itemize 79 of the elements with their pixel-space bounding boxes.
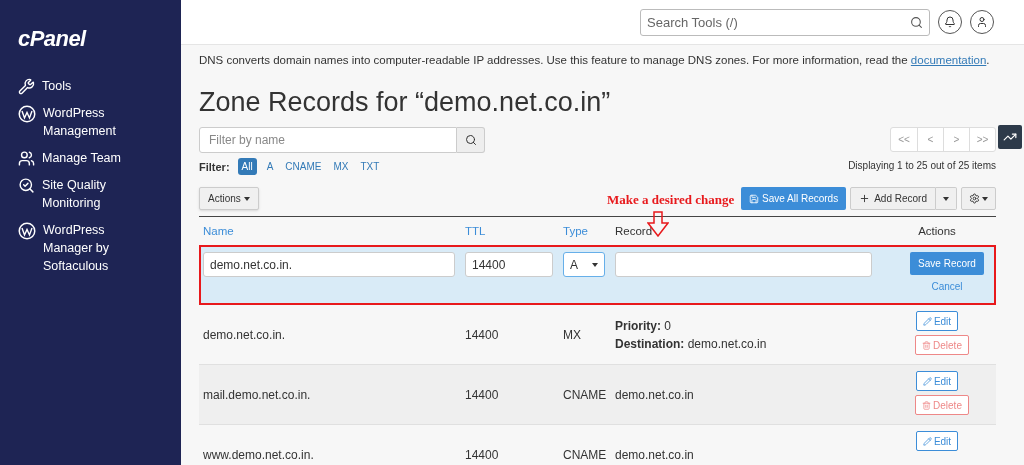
column-header[interactable]: Type (563, 224, 588, 237)
cpanel-logo: cPanel (18, 25, 86, 53)
edit-button[interactable]: Edit (915, 371, 959, 392)
search-button[interactable] (457, 127, 485, 154)
filter-field[interactable]: Filter by name (199, 127, 457, 154)
wordpress-icon (18, 222, 36, 240)
filter-option[interactable]: CNAME (283, 158, 324, 176)
sidebar-link[interactable]: Tools (42, 77, 150, 95)
ttl-cell: 14400 (465, 447, 499, 462)
pagination-button[interactable]: << (891, 128, 917, 152)
delete-button[interactable]: Delete (915, 335, 969, 356)
column-header[interactable]: TTL (465, 224, 486, 237)
record-input[interactable] (615, 252, 872, 278)
ttl-cell: 14400 (465, 327, 499, 342)
magnifier-check-icon (18, 177, 35, 194)
caret-icon (982, 196, 988, 201)
caret-icon (592, 262, 598, 267)
save-record-button[interactable]: Save Record (910, 252, 984, 276)
filter-label: Filter: (199, 159, 230, 175)
annotation-text: Make a desired change (607, 191, 735, 210)
caret-icon (243, 196, 250, 201)
actions-dropdown[interactable]: Actions (199, 187, 259, 211)
gear-icon (969, 193, 980, 205)
save-all-records-button[interactable]: Save All Records (741, 187, 847, 211)
user-icon (976, 16, 988, 28)
search-icon (910, 15, 923, 29)
filter-option[interactable]: A (264, 158, 276, 176)
filter-option[interactable]: TXT (358, 158, 382, 176)
name-cell: mail.demo.net.co.in. (203, 387, 311, 402)
pencil-icon (922, 436, 932, 446)
cancel-link[interactable]: Cancel (931, 279, 963, 295)
ttl-input[interactable]: 14400 (465, 252, 553, 278)
settings-dropdown[interactable] (961, 187, 996, 211)
name-cell: www.demo.net.co.in. (203, 447, 314, 462)
type-cell: CNAME (563, 447, 607, 462)
wordpress-icon (18, 105, 36, 123)
sidebar-link[interactable]: WordPress Manager by Softaculous (43, 221, 151, 275)
add-record-button[interactable]: Add Record (850, 187, 936, 211)
type-cell: MX (563, 327, 581, 342)
trash-icon (922, 400, 932, 410)
column-header: Record (615, 224, 653, 237)
sidebar-link[interactable]: Manage Team (42, 149, 150, 167)
column-header: Actions (918, 224, 956, 237)
edit-button[interactable]: Edit (915, 431, 959, 452)
column-header[interactable]: Name (203, 224, 234, 237)
pagination-button[interactable]: >> (969, 128, 995, 152)
add-record-menu-button[interactable] (936, 187, 957, 211)
search-field[interactable]: Search Tools (/) (640, 8, 930, 36)
team-icon (18, 150, 35, 167)
sidebar-link[interactable]: Site Quality Monitoring (42, 176, 150, 212)
record-value: demo.net.co.in (615, 386, 695, 404)
record-value: Priority: 0 (615, 317, 673, 335)
type-cell: CNAME (563, 387, 607, 402)
pencil-icon (922, 376, 932, 386)
pencil-icon (922, 316, 932, 326)
ttl-cell: 14400 (465, 387, 499, 402)
type-select[interactable]: A (563, 252, 605, 278)
items-summary: Displaying 1 to 25 out of 25 items (848, 159, 996, 174)
filter-option[interactable]: All (237, 158, 257, 176)
record-value: Destination: demo.net.co.in (615, 335, 768, 353)
edit-button[interactable]: Edit (915, 311, 959, 332)
intro-text: DNS converts domain names into computer-readable IP addresses. Use this feature to manage DNS zones. For more information, read the documentation. (199, 53, 991, 68)
record-value: demo.net.co.in (615, 446, 695, 464)
trash-icon (922, 340, 932, 350)
page-title: Zone Records for “demo.net.co.in” (199, 86, 611, 120)
caret-icon (943, 196, 949, 201)
pagination-button[interactable]: < (917, 128, 943, 152)
search-icon (464, 134, 477, 147)
name-input[interactable]: demo.net.co.in. (203, 252, 455, 278)
delete-button[interactable]: Delete (915, 395, 969, 416)
chart-button[interactable] (998, 125, 1022, 149)
bell-icon (944, 16, 956, 28)
name-cell: demo.net.co.in. (203, 327, 286, 342)
pagination-button[interactable]: > (943, 128, 969, 152)
sidebar-link[interactable]: WordPress Management (43, 104, 151, 140)
filter-option[interactable]: MX (331, 158, 351, 176)
save-icon (749, 193, 760, 204)
tools-icon (18, 78, 35, 95)
plus-icon (859, 193, 871, 205)
